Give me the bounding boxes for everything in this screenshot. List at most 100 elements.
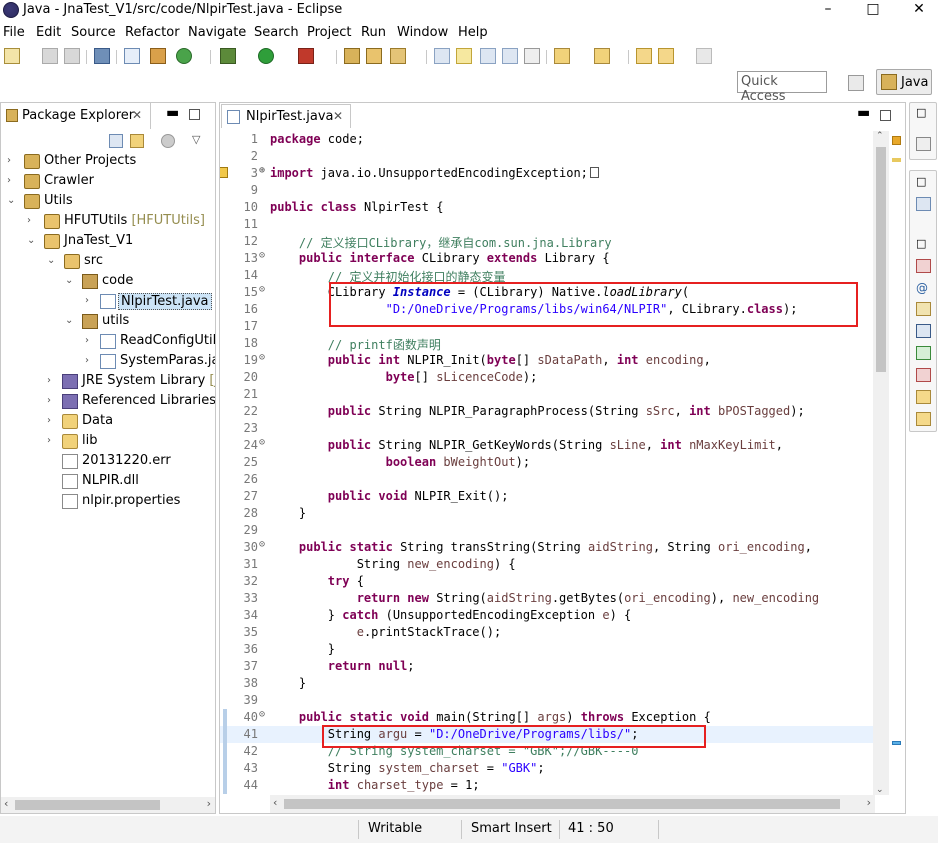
- problems-icon[interactable]: [916, 259, 931, 273]
- code-line[interactable]: 20 byte[] sLicenceCode);: [220, 369, 874, 386]
- forward-icon[interactable]: [696, 48, 712, 64]
- view-menu-chevron-icon[interactable]: ▽: [192, 133, 200, 146]
- focus-icon[interactable]: [161, 134, 175, 148]
- code-line[interactable]: 3 ⊕ import java.io.UnsupportedEncodingExce…: [220, 165, 874, 182]
- expand-icon[interactable]: ›: [85, 295, 95, 306]
- fold-toggle-icon[interactable]: ⊝: [259, 250, 265, 261]
- code-line[interactable]: 23: [220, 420, 874, 437]
- code-line[interactable]: 40 ⊝ public static void main(String[] arg…: [220, 709, 874, 726]
- tree-item-hfututils[interactable]: › HFUTUtils [HFUTUtils]: [1, 212, 215, 232]
- code-line[interactable]: 19 ⊝ public int NLPIR_Init(byte[] sDataPa…: [220, 352, 874, 369]
- collapse-icon[interactable]: ⌄: [65, 275, 75, 286]
- tab-package-explorer[interactable]: Package Explorer ✕: [1, 103, 151, 129]
- restore-icon[interactable]: □: [916, 175, 926, 188]
- code-line[interactable]: 22 public String NLPIR_ParagraphProcess(…: [220, 403, 874, 420]
- tree-item-code[interactable]: ⌄ code: [1, 272, 215, 292]
- tree-item-data[interactable]: › Data: [1, 412, 215, 432]
- refresh-icon[interactable]: [176, 48, 192, 64]
- external-tools-icon[interactable]: [298, 48, 314, 64]
- tree-item-other-projects[interactable]: › Other Projects: [1, 152, 215, 172]
- code-line[interactable]: 36 }: [220, 641, 874, 658]
- error-log-icon[interactable]: [916, 368, 931, 382]
- code-line[interactable]: 26: [220, 471, 874, 488]
- expand-icon[interactable]: ›: [47, 375, 57, 386]
- tree-item-crawler[interactable]: › Crawler: [1, 172, 215, 192]
- console-icon[interactable]: [916, 324, 931, 338]
- javadoc-icon[interactable]: @: [916, 281, 931, 295]
- perspective-java-button[interactable]: Java: [876, 69, 932, 95]
- fold-toggle-icon[interactable]: ⊝: [259, 539, 265, 550]
- run-icon[interactable]: [258, 48, 274, 64]
- scrollbar-thumb[interactable]: [876, 147, 886, 372]
- scroll-down-icon[interactable]: ⌄: [876, 785, 884, 795]
- back-icon[interactable]: [658, 48, 674, 64]
- expand-icon[interactable]: ›: [7, 155, 17, 166]
- minimize-editor-icon[interactable]: ▬: [857, 105, 870, 121]
- maximize-view-icon[interactable]: [189, 109, 200, 120]
- close-icon[interactable]: ✕: [896, 0, 938, 20]
- tree-item-dll-file[interactable]: NLPIR.dll: [1, 472, 215, 492]
- expand-icon[interactable]: ›: [7, 175, 17, 186]
- code-line[interactable]: 2: [220, 148, 874, 165]
- maximize-icon[interactable]: □: [850, 0, 896, 20]
- restore-icon[interactable]: □: [916, 237, 926, 250]
- warning-marker[interactable]: [892, 158, 901, 162]
- expand-icon[interactable]: ›: [27, 215, 37, 226]
- collapse-icon[interactable]: ⌄: [27, 235, 37, 246]
- menu-search[interactable]: Search: [254, 25, 299, 40]
- code-line[interactable]: 34 } catch (UnsupportedEncodingException…: [220, 607, 874, 624]
- warning-overview-icon[interactable]: [892, 136, 901, 145]
- expand-icon[interactable]: ›: [47, 435, 57, 446]
- menu-run[interactable]: Run: [361, 25, 386, 40]
- save-all-icon[interactable]: [64, 48, 80, 64]
- menu-source[interactable]: Source: [71, 25, 116, 40]
- maximize-editor-icon[interactable]: [880, 110, 891, 121]
- collapse-icon[interactable]: ⌄: [65, 315, 75, 326]
- new-icon[interactable]: [4, 48, 20, 64]
- code-line[interactable]: 30 ⊝ public static String transString(Str…: [220, 539, 874, 556]
- toggle-mark-icon[interactable]: [434, 48, 450, 64]
- open-perspective-icon[interactable]: [848, 75, 864, 91]
- menu-edit[interactable]: Edit: [36, 25, 61, 40]
- tree-item-jnatest[interactable]: ⌄ JnaTest_V1: [1, 232, 215, 252]
- menu-help[interactable]: Help: [458, 25, 488, 40]
- code-line[interactable]: 28 }: [220, 505, 874, 522]
- close-tab-icon[interactable]: ✕: [333, 109, 343, 123]
- build-icon[interactable]: [150, 48, 166, 64]
- debug-icon[interactable]: [220, 48, 236, 64]
- tree-item-utils[interactable]: ⌄ Utils: [1, 192, 215, 212]
- code-line[interactable]: 31 String new_encoding) {: [220, 556, 874, 573]
- code-line[interactable]: 1 package code;: [220, 131, 874, 148]
- tree-item-nlpirtest[interactable]: › NlpirTest.java: [1, 292, 215, 312]
- fold-toggle-icon[interactable]: ⊝: [259, 284, 265, 295]
- tree-item-readconfigutil[interactable]: › ReadConfigUtil.j: [1, 332, 215, 352]
- horizontal-scrollbar[interactable]: ‹ ›: [1, 797, 215, 813]
- scroll-left-icon[interactable]: ‹: [4, 797, 8, 810]
- quick-access-input[interactable]: Quick Access: [737, 71, 827, 104]
- code-line[interactable]: 27 public void NLPIR_Exit();: [220, 488, 874, 505]
- highlight-icon[interactable]: [456, 48, 472, 64]
- scroll-right-icon[interactable]: ›: [867, 796, 871, 809]
- fold-toggle-icon[interactable]: ⊝: [259, 352, 265, 363]
- status-insert-mode[interactable]: Smart Insert: [471, 821, 552, 836]
- tree-item-systemparas[interactable]: › SystemParas.jav: [1, 352, 215, 372]
- minimize-icon[interactable]: –: [805, 0, 851, 20]
- code-line[interactable]: 43 String system_charset = "GBK";: [220, 760, 874, 777]
- tree-item-utils-package[interactable]: ⌄ utils: [1, 312, 215, 332]
- editor-horizontal-scrollbar[interactable]: ‹ ›: [270, 795, 875, 813]
- menu-project[interactable]: Project: [307, 25, 351, 40]
- code-line[interactable]: 33 return new String(aidString.getBytes(…: [220, 590, 874, 607]
- code-line[interactable]: 37 return null;: [220, 658, 874, 675]
- code-line[interactable]: 35 e.printStackTrace();: [220, 624, 874, 641]
- tree-item-lib[interactable]: › lib: [1, 432, 215, 452]
- collapse-icon[interactable]: ⌄: [47, 255, 57, 266]
- menu-navigate[interactable]: Navigate: [188, 25, 246, 40]
- open-type-icon[interactable]: [366, 48, 382, 64]
- fold-toggle-icon[interactable]: ⊕: [259, 165, 265, 176]
- restore-icon[interactable]: □: [916, 106, 926, 119]
- last-edit-icon[interactable]: [636, 48, 652, 64]
- search-icon[interactable]: [390, 48, 406, 64]
- expand-icon[interactable]: ›: [47, 415, 57, 426]
- menu-window[interactable]: Window: [397, 25, 448, 40]
- tree-item-properties-file[interactable]: nlpir.properties: [1, 492, 215, 512]
